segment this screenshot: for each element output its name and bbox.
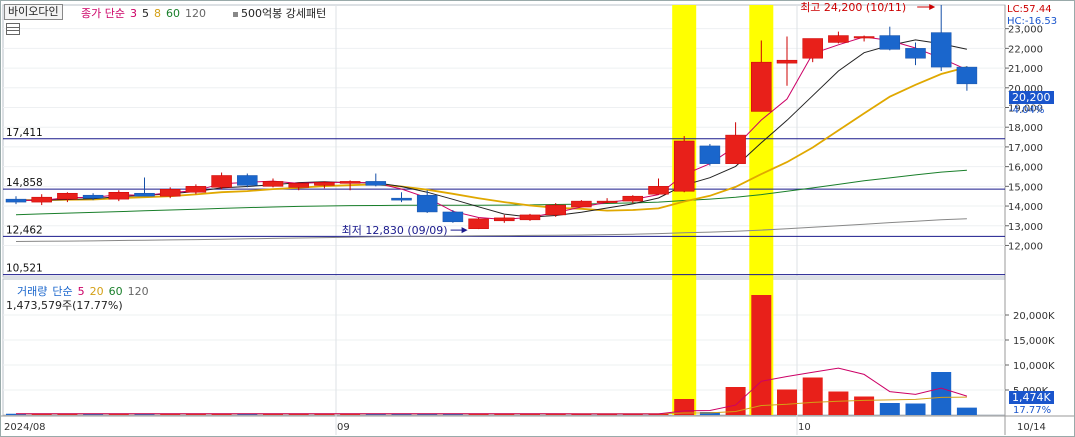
price-ma-legend: 종가 단순 3 5 8 60 120 (81, 5, 211, 21)
pattern-label: 500억봉 강세패턴 (241, 7, 327, 20)
candle-body (391, 197, 412, 201)
level-label: 17,411 (6, 127, 43, 139)
high-annotation: 최고 24,200 (10/11) (800, 1, 906, 14)
candle-body (596, 200, 618, 203)
volume-bar (725, 387, 746, 415)
price-axis-label: 21,000 (1008, 64, 1043, 75)
candle-body (416, 194, 438, 213)
volume-axis-label: 15,000K (1013, 336, 1055, 347)
candle-body (673, 140, 695, 192)
level-label: 10,521 (6, 263, 43, 275)
lc-label: LC:57.44 (1007, 4, 1052, 15)
legend-ma5: 5 (141, 7, 149, 20)
candle-body (5, 198, 27, 203)
candle-body (519, 214, 541, 221)
volume-tag: 1,474K (1009, 391, 1054, 404)
candle-body (288, 183, 309, 188)
volume-bar (854, 396, 875, 415)
date-label: 10/14 (1017, 422, 1046, 433)
price-axis-label: 12,000 (1008, 241, 1043, 252)
candle-body (314, 182, 335, 186)
candle-body (751, 61, 772, 112)
highlight-column (672, 5, 697, 415)
candle-body (571, 200, 592, 208)
candle-body (468, 218, 489, 229)
date-label: 2024/08 (4, 422, 46, 433)
candle-body (776, 59, 798, 64)
level-label: 14,858 (6, 177, 43, 189)
candle-body (956, 66, 978, 85)
candle-body (622, 195, 644, 202)
volume-pane (2, 278, 1006, 416)
candle-body (545, 204, 566, 216)
candle-body (108, 191, 130, 200)
legend-ma3: 3 (129, 7, 137, 20)
legend-ma120: 120 (184, 7, 206, 20)
price-axis-label: 15,000 (1008, 182, 1043, 193)
candle-body (853, 36, 875, 39)
volume-bar (828, 391, 849, 415)
candle-body (31, 196, 52, 203)
candle-body (879, 35, 901, 50)
candle-body (211, 175, 232, 188)
candle-body (905, 48, 926, 59)
vol-legend-ma120: 120 (127, 285, 149, 298)
volume-bar (879, 403, 900, 415)
level-label: 12,462 (6, 224, 43, 236)
pattern-marker-icon (233, 11, 238, 17)
candle-body (494, 217, 515, 222)
price-axis-label: 17,000 (1008, 143, 1043, 154)
hc-label: HC:-16.53 (1007, 16, 1058, 27)
candle-body (828, 35, 849, 43)
candle-body (262, 181, 284, 187)
legend-ma8: 8 (153, 7, 161, 20)
chart-window: 17,411 14,858 12,462 10,521 23,000 22,000 21,… (0, 0, 1075, 437)
volume-axis-label: 20,000K (1013, 311, 1055, 322)
price-axis-label: 13,000 (1008, 222, 1043, 233)
candle-body (725, 134, 746, 164)
pattern-legend: 500억봉 강세패턴 (233, 5, 331, 21)
volume-pct: 17.77% (1013, 405, 1052, 416)
candle-body (185, 186, 207, 193)
volume-bar (777, 389, 797, 415)
volume-bar (802, 377, 823, 415)
candle-body (802, 38, 823, 59)
candle-body (159, 189, 181, 197)
legend-ma60: 60 (165, 7, 180, 20)
candle-body (82, 194, 104, 199)
volume-bar (956, 407, 977, 415)
stock-name-box[interactable]: 바이오다인 (4, 4, 63, 20)
price-axis-label: 22,000 (1008, 44, 1043, 55)
date-label: 10 (798, 422, 811, 433)
stock-chart: 17,41114,85812,46210,521 23,00022,00021,… (1, 1, 1074, 435)
price-axis-label: 14,000 (1008, 202, 1043, 213)
candle-body (339, 181, 361, 184)
candle-body (699, 145, 721, 164)
volume-bar (751, 295, 772, 415)
grid-toggle-icon[interactable] (6, 23, 20, 35)
price-axis-label: 18,000 (1008, 123, 1043, 134)
low-annotation: 최저 12,830 (09/09) (342, 224, 448, 237)
price-tag: 20,200 (1009, 91, 1054, 104)
volume-bar (905, 403, 926, 415)
change-pct: -4.04% (1009, 105, 1045, 116)
price-axis-label: 16,000 (1008, 163, 1043, 174)
candle-body (237, 175, 258, 186)
candle-body (134, 192, 155, 197)
candle-body (930, 32, 952, 68)
current-volume-text: 1,473,579주(17.77%) (6, 299, 123, 312)
volume-axis-label: 10,000K (1013, 361, 1055, 372)
candle-body (365, 181, 387, 186)
legend-ma-type: 종가 단순 (81, 7, 125, 20)
candle-body (442, 211, 464, 223)
candle-body (648, 186, 669, 195)
date-label: 09 (337, 422, 350, 433)
candle-body (57, 192, 78, 200)
volume-bar (931, 372, 952, 415)
